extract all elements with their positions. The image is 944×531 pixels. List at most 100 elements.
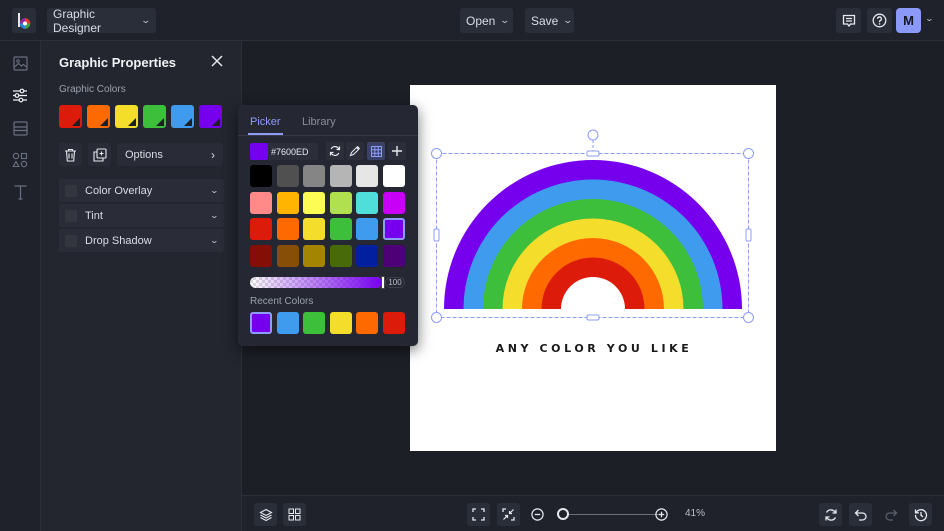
swap-colors-button[interactable] [326,142,344,160]
delete-button[interactable] [59,143,82,166]
palette-swatch[interactable] [356,165,378,187]
palette-swatch[interactable] [329,244,352,267]
resize-handle-bottom[interactable] [586,314,600,321]
zoom-out-button[interactable] [531,508,544,521]
app-mode-dropdown[interactable]: Graphic Designer ⌄ [47,7,156,35]
tab-library[interactable]: Library [302,116,336,128]
eyedropper-button[interactable] [346,142,364,160]
resize-handle-top[interactable] [586,150,600,157]
palette-swatch[interactable] [356,244,378,267]
recent-color-swatch[interactable] [250,312,272,334]
zoom-slider-thumb[interactable] [557,508,569,520]
palette-swatch[interactable] [250,191,272,214]
chevron-right-icon: › [211,147,215,162]
recent-color-swatch[interactable] [276,312,299,334]
resize-handle-top-left[interactable] [431,148,442,159]
graphic-color-swatch[interactable] [115,105,138,128]
panel-title: Graphic Properties [59,55,177,70]
graphic-color-swatch[interactable] [59,105,82,128]
drop-shadow-checkbox[interactable] [65,234,77,247]
rail-item-layout[interactable] [10,118,30,138]
palette-swatch[interactable] [303,191,325,214]
grid-view-button[interactable] [283,503,306,526]
color-overlay-checkbox[interactable] [65,184,77,197]
history-button[interactable] [909,503,932,526]
actual-size-button[interactable] [497,503,520,526]
rail-item-graphics[interactable] [10,150,30,170]
resize-handle-bottom-right[interactable] [743,312,754,323]
graphic-color-swatch[interactable] [87,105,110,128]
palette-swatch[interactable] [276,165,299,187]
user-avatar[interactable]: M [896,8,921,33]
rotate-handle[interactable] [587,129,599,141]
opacity-slider[interactable] [250,277,382,288]
rail-item-text[interactable] [10,182,30,202]
palette-swatch[interactable] [250,244,272,267]
app-logo[interactable] [12,8,36,33]
palette-swatch[interactable] [250,218,272,240]
palette-swatch[interactable] [276,191,299,214]
comments-button[interactable] [836,8,861,33]
design-canvas[interactable]: ANY COLOR YOU LIKE [410,85,776,451]
opacity-value[interactable]: 100 [385,277,405,288]
save-dropdown[interactable]: Save ⌄ [525,8,574,33]
tab-picker[interactable]: Picker [248,116,283,135]
graphic-color-swatch[interactable] [143,105,166,128]
palette-swatch[interactable] [382,244,405,267]
duplicate-button[interactable] [88,143,111,166]
recent-color-swatch[interactable] [329,312,352,334]
palette-swatch[interactable] [382,165,405,187]
caption-text[interactable]: ANY COLOR YOU LIKE [496,342,693,355]
zoom-in-button[interactable] [655,508,668,521]
palette-swatch[interactable] [276,218,299,240]
resize-handle-left[interactable] [433,228,440,242]
options-button[interactable]: Options › [117,143,223,166]
palette-swatch[interactable] [329,191,352,214]
palette-swatch[interactable] [382,191,405,214]
graphic-color-swatch[interactable] [171,105,194,128]
layers-button[interactable] [254,503,277,526]
graphic-color-swatch[interactable] [199,105,222,128]
palette-grid-button[interactable] [367,142,385,160]
recent-color-swatch[interactable] [356,312,378,334]
help-button[interactable] [867,8,892,33]
rainbow-graphic[interactable] [444,160,742,309]
close-panel-button[interactable] [210,54,224,68]
accordion-drop-shadow[interactable]: Drop Shadow ⌄ [59,229,224,252]
chevron-down-icon[interactable]: ⌄ [925,14,934,23]
palette-swatch[interactable] [276,244,299,267]
accordion-color-overlay[interactable]: Color Overlay ⌄ [59,179,224,202]
accordion-tint[interactable]: Tint ⌄ [59,204,224,227]
open-dropdown[interactable]: Open ⌄ [460,8,513,33]
resize-handle-right[interactable] [745,228,752,242]
resize-handle-top-right[interactable] [743,148,754,159]
recent-color-swatch[interactable] [303,312,325,334]
trash-icon [65,148,76,162]
add-color-button[interactable] [388,142,406,160]
shapes-icon [12,152,28,168]
recent-colors [250,312,405,334]
duplicate-icon [92,147,107,162]
palette-swatch[interactable] [303,218,325,240]
palette-swatch[interactable] [303,165,325,187]
rail-item-adjustments[interactable] [10,85,30,105]
bottom-bar: 41% [242,495,944,531]
palette-swatch[interactable] [250,165,272,187]
palette-swatch[interactable] [356,191,378,214]
reset-button[interactable] [819,503,842,526]
undo-button[interactable] [849,503,872,526]
tint-checkbox[interactable] [65,209,77,222]
palette-swatch[interactable] [329,218,352,240]
palette-swatch[interactable] [356,218,378,240]
resize-handle-bottom-left[interactable] [431,312,442,323]
palette-swatch[interactable] [329,165,352,187]
palette-swatch[interactable] [303,244,325,267]
recent-color-swatch[interactable] [382,312,405,334]
redo-button[interactable] [879,503,902,526]
rail-item-image[interactable] [10,53,30,73]
hex-input[interactable]: #7600ED [268,143,318,160]
zoom-slider-track[interactable] [564,514,660,515]
fit-screen-button[interactable] [467,503,490,526]
eyedropper-icon [349,145,361,157]
palette-swatch[interactable] [382,218,405,240]
